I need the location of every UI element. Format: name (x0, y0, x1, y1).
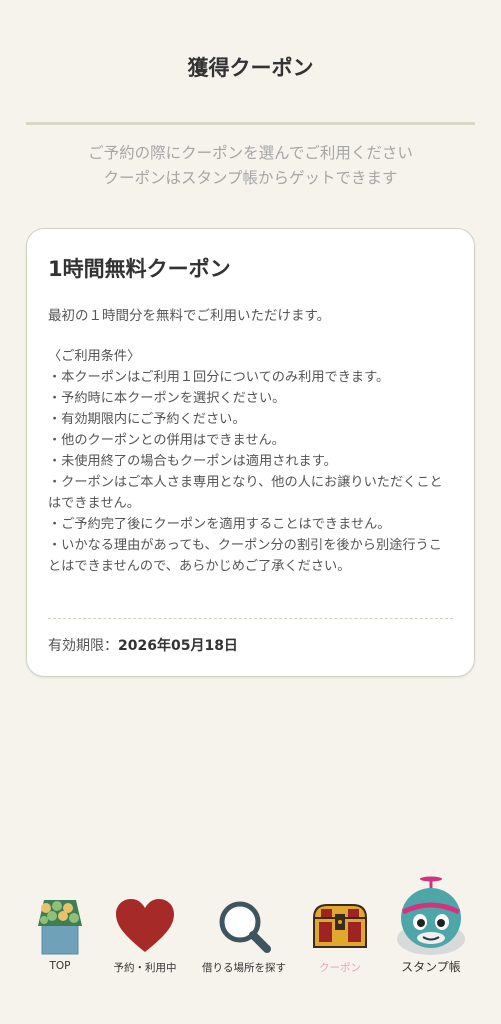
condition-item: ・未使用終了の場合もクーポンは適用されます。 (48, 454, 337, 469)
subtitle-line-1: ご予約の際にクーポンを選んでご利用ください (88, 144, 413, 162)
condition-item: ・本クーポンはご利用１回分についてのみ利用できます。 (48, 370, 390, 385)
nav-label-search: 借りる場所を探す (202, 962, 286, 974)
coupon-card[interactable]: 1時間無料クーポン 最初の１時間分を無料でご利用いただけます。 〈ご利用条件〉 … (26, 228, 475, 677)
treasure-chest-icon (312, 904, 368, 948)
condition-item: ・他のクーポンとの併用はできません。 (48, 433, 285, 448)
condition-item: ・いかなる理由があっても、クーポン分の割引を後から別途行うことはできませんので、… (48, 538, 442, 574)
conditions-heading: 〈ご利用条件〉 (48, 349, 141, 364)
condition-item: ・ご予約完了後にクーポンを適用することはできません。 (48, 517, 391, 532)
subtitle: ご予約の際にクーポンを選んでご利用ください クーポンはスタンプ帳からゲットできま… (0, 141, 501, 191)
nav-label-stamp-book: スタンプ帳 (401, 960, 461, 974)
coupon-description: 最初の１時間分を無料でご利用いただけます。 (48, 308, 331, 324)
condition-item: ・有効期限内にご予約ください。 (48, 412, 246, 427)
page-title: 獲得クーポン (187, 56, 314, 80)
card-divider (48, 618, 453, 619)
nav-item-search[interactable]: 借りる場所を探す (194, 872, 294, 982)
heart-icon (116, 899, 174, 952)
condition-item: ・予約時に本クーポンを選択ください。 (48, 391, 286, 406)
condition-item: ・クーポンはご本人さま専用となり、他の人にお譲りいただくことはできません。 (48, 475, 443, 511)
nav-label-coupon: クーポン (319, 962, 361, 974)
coupon-conditions: 〈ご利用条件〉 ・本クーポンはご利用１回分についてのみ利用できます。 ・予約時に… (48, 346, 454, 577)
subtitle-line-2: クーポンはスタンプ帳からゲットできます (103, 169, 398, 187)
coupon-expiry: 有効期限：2026年05月18日 (48, 635, 238, 655)
header-divider (26, 122, 475, 125)
expiry-label: 有効期限： (48, 638, 118, 654)
mascot-icon (397, 876, 465, 955)
bottom-nav: TOP 予約・利用中 借りる場所を探す クーポン スタンプ帳 (0, 872, 501, 982)
nav-item-reservation[interactable]: 予約・利用中 (95, 872, 195, 982)
expiry-value: 2026年05月18日 (118, 638, 238, 654)
nav-item-stamp-book[interactable]: スタンプ帳 (381, 872, 481, 982)
nav-label-reservation: 予約・利用中 (113, 962, 177, 974)
nav-item-coupon[interactable]: クーポン (290, 872, 390, 982)
house-icon (38, 900, 82, 955)
search-icon (219, 901, 271, 953)
coupon-title: 1時間無料クーポン (48, 257, 231, 281)
